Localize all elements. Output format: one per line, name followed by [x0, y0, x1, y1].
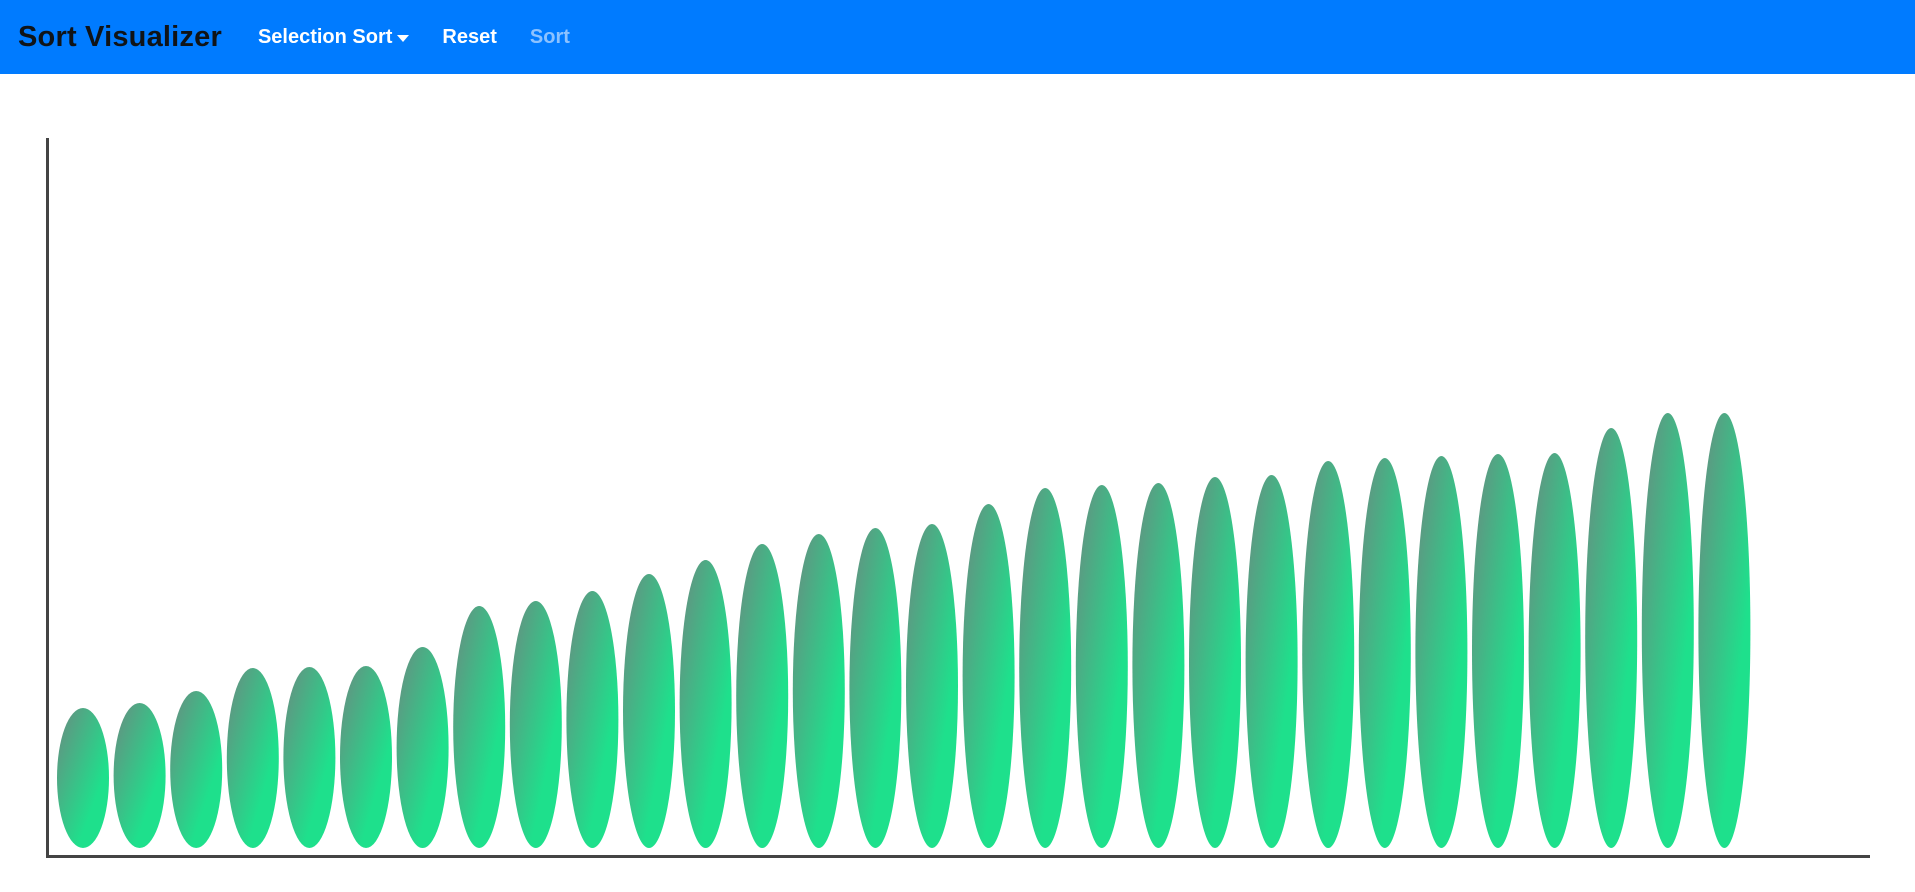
array-bar: [1415, 456, 1468, 848]
array-bar: [1019, 488, 1072, 848]
array-bar: [1698, 413, 1751, 848]
array-bar: [962, 504, 1015, 848]
array-bar: [170, 691, 223, 848]
array-bar: [906, 524, 958, 848]
array-bar: [1302, 461, 1355, 848]
array-bar: [226, 668, 279, 848]
array-bar: [340, 666, 392, 848]
array-bar: [623, 574, 675, 848]
array-bar: [396, 647, 449, 848]
array-bar: [453, 606, 506, 848]
array-bar: [792, 534, 845, 848]
array-bar: [1245, 475, 1298, 848]
sort-visualization: [0, 74, 1915, 892]
array-bar: [1075, 485, 1128, 848]
reset-button[interactable]: Reset: [442, 26, 496, 49]
array-bar: [509, 601, 562, 848]
array-bar: [283, 667, 336, 848]
brand-title[interactable]: Sort Visualizer: [18, 21, 222, 54]
array-bar: [1132, 483, 1185, 848]
array-bar: [57, 708, 109, 848]
array-bar: [566, 591, 619, 848]
array-bar: [1358, 458, 1411, 848]
sort-button[interactable]: Sort: [530, 26, 570, 49]
array-bar: [1189, 477, 1241, 848]
algorithm-dropdown[interactable]: Selection Sort: [257, 25, 410, 49]
array-bar: [736, 544, 789, 848]
array-bar: [113, 703, 166, 848]
array-bar: [1472, 454, 1524, 848]
array-bar: [679, 560, 732, 848]
array-bar: [849, 528, 902, 848]
array-bar: [1528, 453, 1581, 848]
array-bar: [1641, 413, 1694, 848]
array-bar: [1585, 428, 1638, 848]
bar-chart: [46, 138, 1870, 858]
navbar: Sort Visualizer Selection Sort Reset Sor…: [0, 0, 1915, 74]
caret-down-icon: [397, 34, 410, 42]
algorithm-dropdown-label: Selection Sort: [257, 25, 393, 48]
